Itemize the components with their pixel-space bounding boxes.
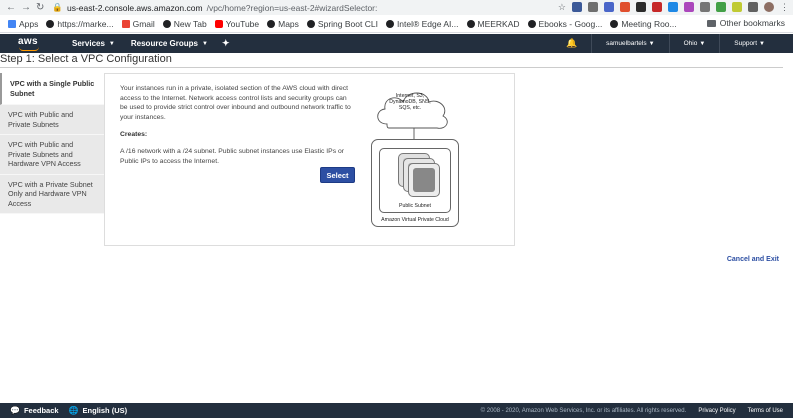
creates-heading: Creates: xyxy=(120,131,148,138)
bookmark-maps[interactable]: Maps xyxy=(267,19,299,29)
url-host: us-east-2.console.aws.amazon.com xyxy=(66,2,203,13)
globe-icon xyxy=(466,19,475,28)
divider xyxy=(668,34,670,53)
extension-icon[interactable] xyxy=(588,2,598,12)
bell-icon[interactable]: 🔔 xyxy=(566,38,577,49)
caret-down-icon: ▼ xyxy=(202,40,208,47)
globe-icon xyxy=(306,19,315,28)
caret-down-icon: ▼ xyxy=(759,41,765,47)
address-bar[interactable]: 🔒 us-east-2.console.aws.amazon.com/vpc/h… xyxy=(52,2,377,13)
privacy-policy-link[interactable]: Privacy Policy xyxy=(698,408,735,414)
option-detail-panel: Your instances run in a private, isolate… xyxy=(104,73,515,246)
region-menu[interactable]: Ohio ▼ xyxy=(684,40,706,47)
bookmarks-bar: Apps https://marke... Gmail New Tab YouT… xyxy=(0,15,793,33)
other-bookmarks[interactable]: Other bookmarks xyxy=(706,18,785,28)
star-icon[interactable]: ☆ xyxy=(558,2,566,13)
server-icon xyxy=(408,163,440,197)
globe-icon xyxy=(385,19,394,28)
aws-navbar: aws Services ▼ Resource Groups ▼ ✦ 🔔 samue… xyxy=(0,34,793,53)
feedback-icon: 💬 xyxy=(10,406,20,415)
globe-icon xyxy=(162,19,171,28)
extension-icon[interactable] xyxy=(652,2,662,12)
url-path: /vpc/home?region=us-east-2#wizardSelecto… xyxy=(206,2,378,13)
copyright-text: © 2008 - 2020, Amazon Web Services, Inc.… xyxy=(480,407,687,414)
apps-icon xyxy=(8,19,16,28)
extension-icons: ☆ ⋮ xyxy=(558,2,789,13)
resource-groups-menu[interactable]: Resource Groups ▼ xyxy=(131,39,208,48)
aws-smile-icon xyxy=(19,47,39,51)
extension-icon[interactable] xyxy=(748,2,758,12)
option-description: Your instances run in a private, isolate… xyxy=(120,85,351,121)
cloud-icon xyxy=(377,92,448,140)
caret-down-icon: ▼ xyxy=(648,41,655,47)
bookmark-meeting-room[interactable]: Meeting Roo... xyxy=(610,19,677,29)
extension-icon[interactable] xyxy=(668,2,678,12)
forward-icon[interactable]: → xyxy=(21,2,31,13)
option-public-private-subnets[interactable]: VPC with Public and Private Subnets xyxy=(0,105,104,135)
globe-icon xyxy=(527,19,536,28)
cloud-label: Internet, S3, DynamoDB, SNS, SQS, etc. xyxy=(389,93,431,112)
support-menu[interactable]: Support ▼ xyxy=(734,40,765,47)
bookmark-youtube[interactable]: YouTube xyxy=(214,19,259,29)
extension-icon[interactable] xyxy=(732,2,742,12)
option-private-only-vpn[interactable]: VPC with a Private Subnet Only and Hardw… xyxy=(0,174,104,214)
bookmark-new-tab[interactable]: New Tab xyxy=(162,19,207,29)
bookmark-apps[interactable]: Apps xyxy=(8,19,38,29)
bookmark-marketplace[interactable]: https://marke... xyxy=(46,19,114,29)
subnet-label: Public Subnet xyxy=(398,203,431,209)
bookmark-gmail[interactable]: Gmail xyxy=(121,19,155,29)
globe-icon: 🌐 xyxy=(68,406,79,415)
select-button[interactable]: Select xyxy=(320,167,355,183)
divider xyxy=(591,34,593,53)
lock-icon: 🔒 xyxy=(52,2,63,12)
vpc-box: Public Subnet Amazon Virtual Private Clo… xyxy=(371,139,459,227)
divider xyxy=(0,67,783,68)
divider xyxy=(719,34,721,53)
extension-icon[interactable] xyxy=(620,2,630,12)
page-title: Step 1: Select a VPC Configuration xyxy=(0,53,172,65)
extension-icon[interactable] xyxy=(604,2,614,12)
menu-icon[interactable]: ⋮ xyxy=(780,2,789,13)
pin-icon[interactable]: ✦ xyxy=(222,38,230,49)
extension-icon[interactable] xyxy=(636,2,646,12)
extension-icon[interactable] xyxy=(700,2,710,12)
language-selector[interactable]: 🌐 English (US) xyxy=(69,406,128,415)
globe-icon xyxy=(267,19,276,28)
globe-icon xyxy=(46,19,55,28)
vpc-diagram: Internet, S3, DynamoDB, SNS, SQS, etc. P… xyxy=(369,82,469,232)
caret-down-icon: ▼ xyxy=(699,41,706,47)
terms-of-use-link[interactable]: Terms of Use xyxy=(748,408,783,414)
aws-logo[interactable]: aws xyxy=(18,36,56,51)
gmail-icon xyxy=(121,19,130,28)
bookmark-spring-boot[interactable]: Spring Boot CLI xyxy=(306,19,378,29)
profile-avatar-icon[interactable] xyxy=(764,2,774,12)
caret-down-icon: ▼ xyxy=(108,40,115,47)
services-menu[interactable]: Services ▼ xyxy=(72,39,115,48)
globe-icon xyxy=(610,19,619,28)
youtube-icon xyxy=(214,19,223,28)
feedback-button[interactable]: 💬 Feedback xyxy=(10,406,59,415)
vpc-label: Amazon Virtual Private Cloud xyxy=(381,217,449,223)
reload-icon[interactable]: ↻ xyxy=(36,2,44,13)
footer-right: © 2008 - 2020, Amazon Web Services, Inc.… xyxy=(481,403,783,418)
public-subnet-box: Public Subnet xyxy=(379,148,451,213)
bookmark-intel[interactable]: Intel® Edge AI... xyxy=(385,19,459,29)
vpc-config-options: VPC with a Single Public Subnet VPC with… xyxy=(0,73,104,214)
cancel-and-exit-link[interactable]: Cancel and Exit xyxy=(727,256,779,263)
bookmark-ebooks[interactable]: Ebooks - Goog... xyxy=(527,19,602,29)
folder-icon xyxy=(706,19,716,27)
extension-icon[interactable] xyxy=(716,2,726,12)
creates-text: A /16 network with a /24 subnet. Public … xyxy=(120,148,345,165)
footer: 💬 Feedback 🌐 English (US) © 2008 - 2020,… xyxy=(0,403,793,418)
option-public-private-vpn[interactable]: VPC with Public and Private Subnets and … xyxy=(0,135,104,175)
browser-nav: ← → ↻ xyxy=(0,2,44,13)
option-single-public-subnet[interactable]: VPC with a Single Public Subnet xyxy=(0,73,104,105)
back-icon[interactable]: ← xyxy=(6,2,16,13)
browser-toolbar: ← → ↻ 🔒 us-east-2.console.aws.amazon.com… xyxy=(0,0,793,15)
extension-icon[interactable] xyxy=(684,2,694,12)
aws-navbar-right: 🔔 samuelbartels ▼ Ohio ▼ Support ▼ xyxy=(566,34,765,53)
account-menu[interactable]: samuelbartels ▼ xyxy=(606,40,654,47)
bookmark-meerkad[interactable]: MEERKAD xyxy=(466,19,520,29)
extension-icon[interactable] xyxy=(572,2,582,12)
